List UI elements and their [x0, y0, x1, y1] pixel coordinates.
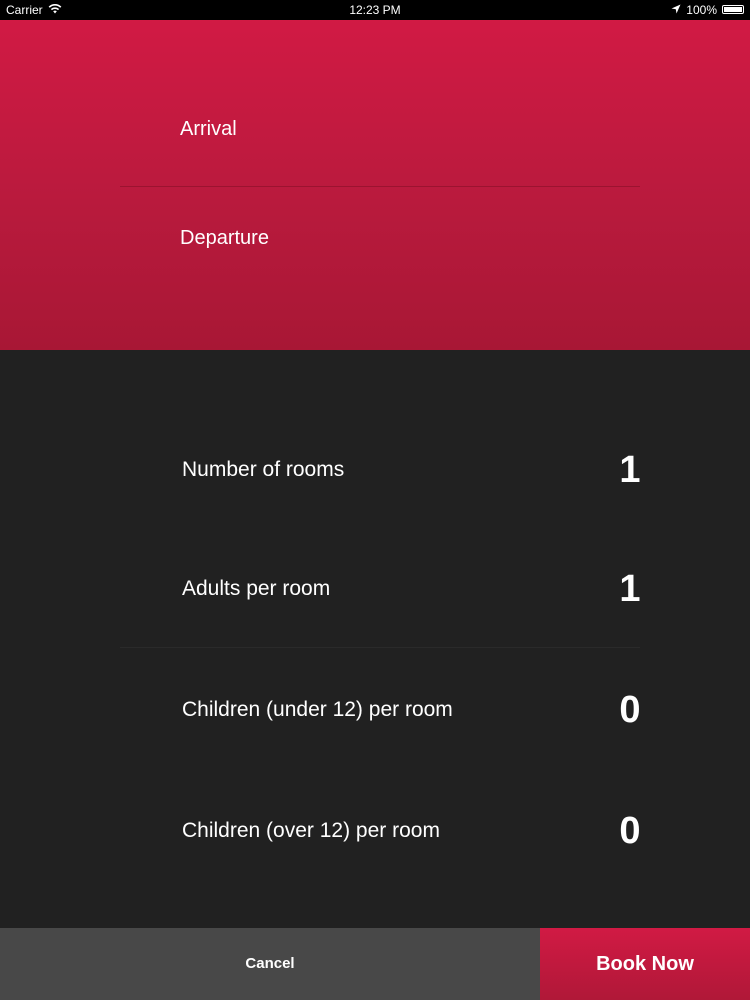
rooms-row[interactable]: Number of rooms 1 [0, 440, 750, 500]
children-over-12-row[interactable]: Children (over 12) per room 0 [0, 801, 750, 861]
children-under-12-label: Children (under 12) per room [182, 698, 453, 721]
book-now-button[interactable]: Book Now [540, 928, 750, 1000]
status-right: 100% [671, 0, 744, 20]
departure-field[interactable]: Departure [180, 227, 269, 250]
adults-value[interactable]: 1 [595, 559, 665, 619]
arrival-field[interactable]: Arrival [180, 118, 237, 141]
battery-percent: 100% [686, 3, 717, 17]
booking-screen: Carrier 12:23 PM 100% Arrival Departure … [0, 0, 750, 1000]
adults-row[interactable]: Adults per room 1 [0, 559, 750, 619]
children-over-12-value[interactable]: 0 [595, 801, 665, 861]
cancel-button[interactable]: Cancel [0, 928, 540, 1000]
status-time: 12:23 PM [349, 3, 401, 17]
children-under-12-row[interactable]: Children (under 12) per room 0 [0, 680, 750, 740]
guest-divider [120, 647, 640, 648]
guest-section: Number of rooms 1 Adults per room 1 Chil… [0, 350, 750, 928]
battery-icon [722, 0, 744, 20]
children-under-12-value[interactable]: 0 [595, 680, 665, 740]
bottom-action-bar: Cancel Book Now [0, 928, 750, 1000]
date-section: Arrival Departure [0, 20, 750, 350]
status-bar: Carrier 12:23 PM 100% [0, 0, 750, 20]
location-arrow-icon [671, 0, 681, 20]
rooms-label: Number of rooms [182, 458, 345, 481]
rooms-value[interactable]: 1 [595, 440, 665, 500]
children-over-12-label: Children (over 12) per room [182, 819, 440, 842]
adults-label: Adults per room [182, 577, 331, 600]
date-divider [120, 186, 640, 187]
